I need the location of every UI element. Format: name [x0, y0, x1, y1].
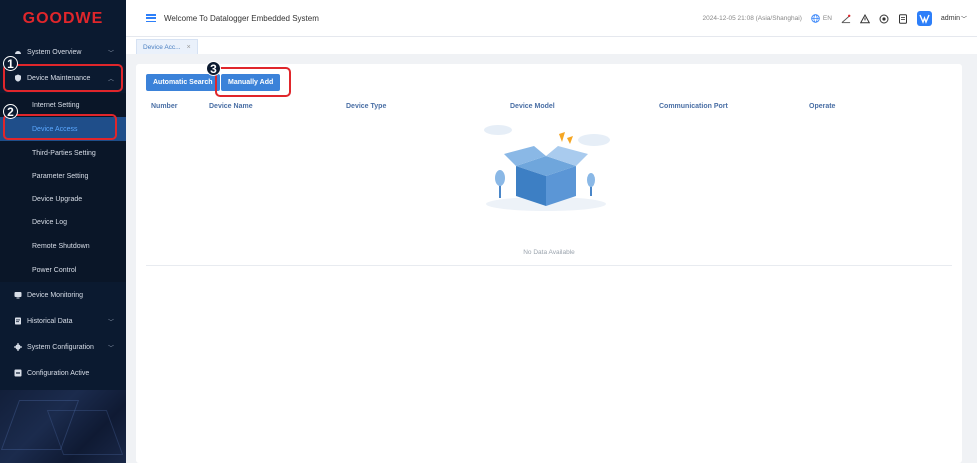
step-badge-2: 2 — [3, 104, 18, 119]
menu-label: Configuration Active — [27, 369, 90, 377]
step-badge-3: 3 — [206, 61, 221, 76]
sidebar-decoration — [0, 390, 126, 463]
sidebar-item-device-upgrade[interactable]: Device Upgrade — [0, 187, 126, 211]
chevron-down-icon: ﹀ — [107, 319, 114, 326]
menu-system-overview[interactable]: System Overview ﹀ — [0, 40, 126, 64]
sidebar-item-third-parties-setting[interactable]: Third-Parties Setting — [0, 141, 126, 165]
sidebar-item-device-log[interactable]: Device Log — [0, 210, 126, 234]
gear-icon — [14, 343, 22, 351]
column-header-device-type: Device Type — [346, 103, 387, 110]
config-icon — [14, 369, 22, 377]
datetime-text: 2024-12-05 21:08 (Asia/Shanghai) — [702, 15, 802, 22]
menu-label: System Configuration — [27, 343, 94, 351]
automatic-search-button[interactable]: Automatic Search — [146, 74, 220, 91]
main-panel: Automatic Search Manually Add Number Dev… — [136, 64, 962, 463]
column-header-device-model: Device Model — [510, 103, 555, 110]
menu-historical-data[interactable]: Historical Data ﹀ — [0, 309, 126, 333]
sidebar-item-parameter-setting[interactable]: Parameter Setting — [0, 164, 126, 188]
user-avatar[interactable] — [916, 11, 932, 26]
menu-toggle-icon[interactable] — [146, 14, 156, 22]
step-badge-1: 1 — [3, 56, 18, 71]
menu-configuration-active[interactable]: Configuration Active — [0, 361, 126, 385]
header-toolbar: 2024-12-05 21:08 (Asia/Shanghai) EN admi… — [702, 0, 967, 37]
sidebar-item-remote-shutdown[interactable]: Remote Shutdown — [0, 234, 126, 258]
table-divider — [146, 265, 952, 266]
column-header-device-name: Device Name — [209, 103, 253, 110]
table-header: Number Device Name Device Type Device Mo… — [146, 101, 952, 114]
chevron-down-icon: ﹀ — [107, 50, 114, 57]
empty-state-text: No Data Available — [523, 249, 575, 256]
settings-circle-icon[interactable] — [879, 14, 889, 24]
globe-icon — [811, 14, 821, 24]
user-menu[interactable]: admin ﹀ — [941, 14, 967, 23]
highlight-device-access — [3, 114, 117, 140]
page-title: Welcome To Datalogger Embedded System — [164, 13, 319, 23]
tabs-bar: Device Acc... × — [126, 37, 977, 54]
chevron-down-icon: ﹀ — [107, 345, 114, 352]
menu-label: Historical Data — [27, 317, 73, 325]
highlight-device-maintenance — [3, 64, 123, 92]
highlight-manually-add — [215, 67, 291, 97]
signal-icon[interactable] — [841, 14, 851, 24]
goodwe-logo: GOODWE — [22, 9, 104, 27]
tab-device-access[interactable]: Device Acc... × — [136, 39, 198, 54]
column-header-number: Number — [151, 103, 178, 110]
log-icon[interactable] — [898, 13, 908, 24]
empty-box-illustration — [484, 125, 610, 211]
alert-icon[interactable] — [859, 13, 870, 24]
username: admin — [940, 15, 960, 22]
tab-label: Device Acc... — [143, 43, 181, 51]
language-label: EN — [822, 15, 832, 22]
column-header-operate: Operate — [809, 103, 836, 110]
top-header: Welcome To Datalogger Embedded System 20… — [126, 0, 977, 37]
menu-device-monitoring[interactable]: Device Monitoring — [0, 283, 126, 307]
menu-system-configuration[interactable]: System Configuration ﹀ — [0, 335, 126, 359]
menu-label: Device Monitoring — [27, 291, 84, 299]
menu-label: System Overview — [27, 48, 82, 56]
column-header-communication-port: Communication Port — [659, 103, 728, 110]
document-icon — [14, 317, 22, 325]
dashboard-icon — [14, 48, 22, 56]
close-icon[interactable]: × — [187, 44, 191, 51]
monitor-icon — [14, 291, 22, 299]
chevron-down-icon: ﹀ — [960, 17, 967, 23]
sidebar-item-power-control[interactable]: Power Control — [0, 258, 126, 282]
language-selector[interactable]: EN — [811, 14, 832, 24]
